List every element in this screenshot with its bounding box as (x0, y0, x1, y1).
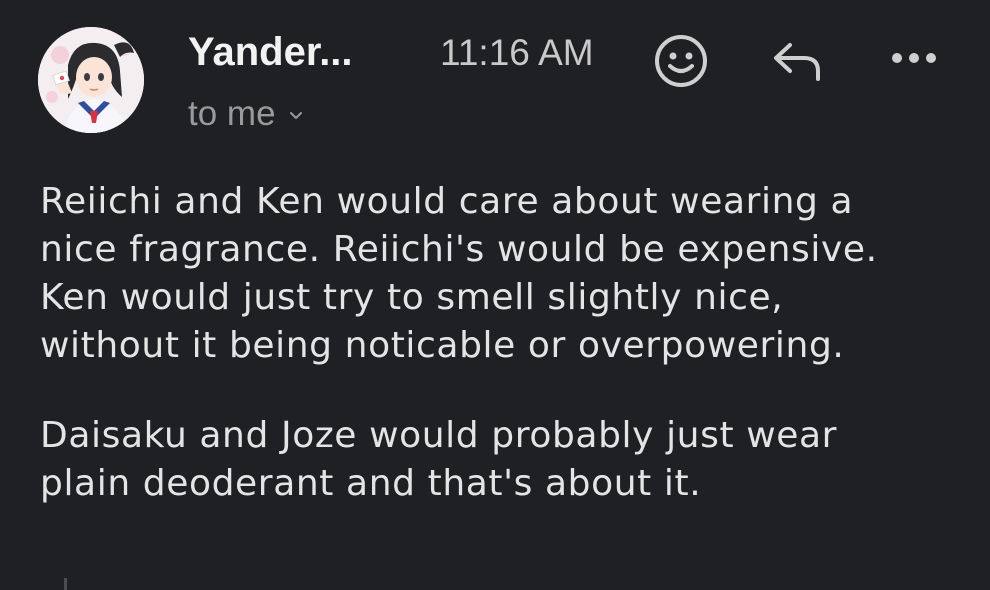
sender-avatar[interactable] (38, 27, 144, 133)
message-body: Reiichi and Ken would care about wearing… (40, 178, 970, 508)
message-header: Yander... 11:16 AM to me (0, 0, 990, 150)
scroll-indicator (64, 578, 67, 590)
avatar-image (38, 27, 144, 133)
smiley-face-icon (655, 35, 707, 87)
reply-button[interactable] (768, 34, 828, 86)
timestamp: 11:16 AM (440, 32, 594, 73)
recipient-toggle[interactable]: to me (188, 94, 304, 134)
recipient-label: to me (188, 94, 276, 133)
more-options-button[interactable] (886, 40, 942, 76)
message-paragraph: Daisaku and Joze would probably just wea… (40, 415, 838, 504)
emoji-reaction-button[interactable] (650, 30, 712, 92)
chevron-down-icon (289, 112, 302, 119)
message-paragraph: Reiichi and Ken would care about wearing… (40, 181, 878, 366)
more-horizontal-icon (892, 53, 936, 63)
reply-arrow-icon (774, 43, 820, 81)
sender-name[interactable]: Yander... (188, 30, 353, 75)
